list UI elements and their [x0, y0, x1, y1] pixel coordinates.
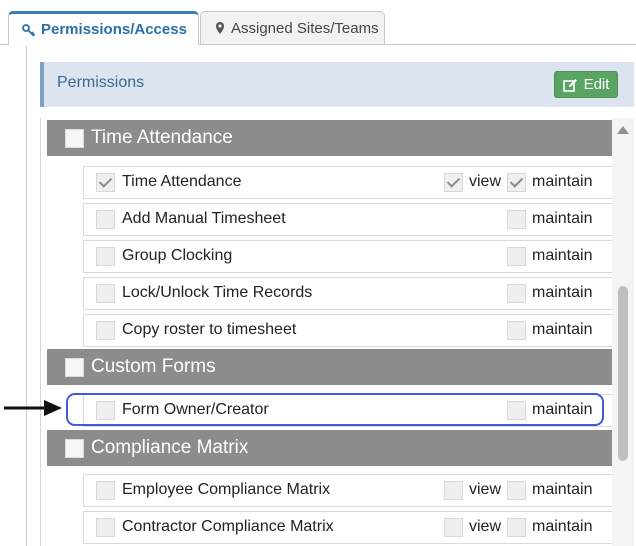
permission-label: Add Manual Timesheet [122, 210, 286, 227]
scroll-thumb[interactable] [618, 286, 628, 461]
category-label: Custom Forms [91, 356, 216, 377]
permission-checkbox[interactable] [96, 210, 115, 229]
view-label: view [469, 173, 502, 190]
permission-label: Group Clocking [122, 247, 233, 264]
tab-assigned-sites-teams[interactable]: Assigned Sites/Teams [200, 11, 385, 44]
maintain-label: maintain [532, 210, 593, 227]
maintain-checkbox[interactable] [507, 518, 526, 537]
permission-checkbox[interactable] [96, 284, 115, 303]
maintain-label: maintain [532, 321, 593, 338]
permission-label: Time Attendance [122, 173, 242, 190]
maintain-label: maintain [532, 173, 593, 190]
maintain-label: maintain [532, 518, 593, 535]
maintain-checkbox[interactable] [507, 173, 526, 192]
view-checkbox[interactable] [444, 481, 463, 500]
maintain-checkbox[interactable] [507, 321, 526, 340]
scroll-up-arrow-icon[interactable] [617, 126, 629, 134]
permission-checkbox[interactable] [96, 173, 115, 192]
key-icon [22, 23, 36, 37]
map-marker-icon [216, 22, 224, 34]
tab-bar: Permissions/Access Assigned Sites/Teams [0, 0, 636, 45]
category-checkbox[interactable] [65, 439, 84, 458]
permission-label: Copy roster to timesheet [122, 321, 297, 338]
tab-label: Permissions/Access [41, 21, 187, 38]
permissions-list: Time Attendance Time Attendance view mai… [40, 118, 635, 546]
category-custom-forms: Custom Forms [47, 349, 613, 385]
permission-row: Group Clocking maintain [83, 240, 613, 273]
permission-row: Employee Compliance Matrix view maintain [83, 474, 613, 507]
pointer-arrow-icon [4, 400, 62, 416]
permission-checkbox[interactable] [96, 481, 115, 500]
maintain-checkbox[interactable] [507, 481, 526, 500]
permission-row: Add Manual Timesheet maintain [83, 203, 613, 236]
edit-button[interactable]: Edit [554, 71, 618, 98]
highlight-outline [66, 393, 604, 426]
edit-icon [562, 78, 577, 92]
category-time-attendance: Time Attendance [47, 120, 613, 156]
permission-checkbox[interactable] [96, 247, 115, 266]
category-checkbox[interactable] [65, 358, 84, 377]
permission-row: Copy roster to timesheet maintain [83, 314, 613, 347]
panel-title: Permissions [57, 74, 145, 91]
view-checkbox[interactable] [444, 173, 463, 192]
tab-label: Assigned Sites/Teams [231, 19, 379, 37]
maintain-checkbox[interactable] [507, 284, 526, 303]
permission-row: Lock/Unlock Time Records maintain [83, 277, 613, 310]
vertical-scrollbar[interactable] [612, 118, 634, 546]
permission-label: Lock/Unlock Time Records [122, 284, 313, 301]
category-label: Compliance Matrix [91, 437, 249, 458]
permission-label: Contractor Compliance Matrix [122, 518, 334, 535]
panel-header: Permissions Edit [40, 62, 634, 107]
edit-label: Edit [583, 76, 610, 93]
maintain-label: maintain [532, 481, 593, 498]
maintain-checkbox[interactable] [507, 210, 526, 229]
category-label: Time Attendance [91, 127, 233, 148]
category-checkbox[interactable] [65, 129, 84, 148]
permission-row: Contractor Compliance Matrix view mainta… [83, 511, 613, 544]
view-label: view [469, 481, 502, 498]
maintain-label: maintain [532, 247, 593, 264]
category-compliance-matrix: Compliance Matrix [47, 430, 613, 466]
maintain-label: maintain [532, 284, 593, 301]
tab-permissions-access[interactable]: Permissions/Access [8, 11, 199, 45]
permission-checkbox[interactable] [96, 321, 115, 340]
view-checkbox[interactable] [444, 518, 463, 537]
permission-checkbox[interactable] [96, 518, 115, 537]
permission-label: Employee Compliance Matrix [122, 481, 331, 498]
view-label: view [469, 518, 502, 535]
maintain-checkbox[interactable] [507, 247, 526, 266]
permission-row: Time Attendance view maintain [83, 166, 613, 199]
